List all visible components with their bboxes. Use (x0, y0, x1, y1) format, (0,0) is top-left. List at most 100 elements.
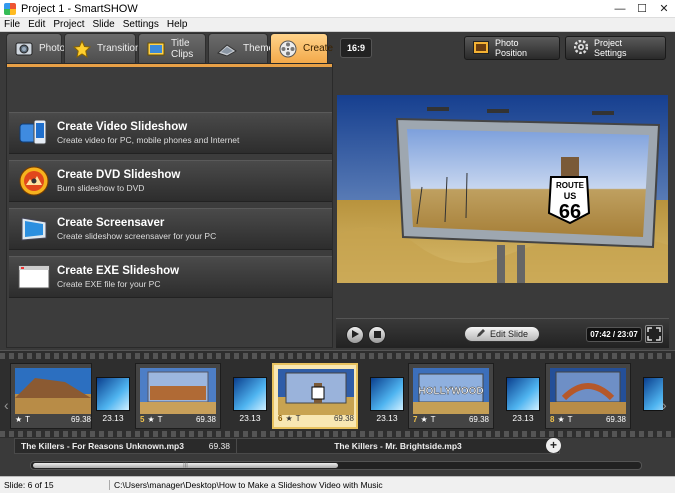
slide-duration: 69.38 (70, 415, 91, 424)
create-exe-option[interactable]: Create EXE Slideshow Create EXE file for… (9, 256, 332, 298)
star-icon: ★ (15, 415, 23, 424)
slide-thumbnail[interactable]: ★ T 69.38 (10, 363, 92, 429)
create-screensaver-option[interactable]: Create Screensaver Create slideshow scre… (9, 208, 332, 250)
option-title: Create DVD Slideshow (57, 169, 181, 181)
transition-thumbnail[interactable]: 23.13 (233, 377, 267, 427)
music-title: The Killers - Mr. Brightside.mp3 (334, 441, 462, 451)
transition-thumbnail[interactable]: 23.13 (96, 377, 130, 427)
scrollbar-thumb[interactable]: ||| (33, 462, 338, 468)
pencil-icon (476, 328, 486, 340)
tab-title-clips[interactable]: Title Clips (138, 33, 206, 63)
slide-image: HOLLYWOOD (413, 368, 489, 414)
slide-duration: 69.38 (195, 415, 216, 424)
transition-thumbnail[interactable]: 23.13 (370, 377, 404, 427)
music-clip[interactable]: The Killers - For Reasons Unknown.mp3 69… (15, 439, 237, 453)
option-title: Create Screensaver (57, 217, 165, 229)
main-tabs: Photos Transitions Title Clips Themes Cr… (6, 33, 333, 63)
slide-duration: 69.38 (605, 415, 626, 424)
status-bar: Slide: 6 of 15 C:\Users\manager\Desktop\… (0, 476, 675, 493)
option-title: Create EXE Slideshow (57, 265, 180, 277)
app-logo-icon (4, 2, 16, 15)
slide-image (15, 368, 91, 414)
option-subtitle: Create slideshow screensaver for your PC (57, 231, 217, 241)
playback-time: 07:42 / 23:07 (586, 327, 642, 342)
tab-photos[interactable]: Photos (6, 33, 70, 63)
aspect-ratio-button[interactable]: 16:9 (340, 38, 372, 58)
monitor-icon (17, 212, 51, 246)
stop-icon (373, 329, 381, 341)
film-perforation (0, 431, 675, 437)
hollywood-caption: HOLLYWOOD (418, 386, 483, 397)
option-subtitle: Burn slideshow to DVD (57, 183, 145, 193)
edit-slide-button[interactable]: Edit Slide (464, 326, 540, 342)
minimize-button[interactable]: — (609, 0, 631, 18)
slide-thumbnail-selected[interactable]: 6 ★ T 69.38 (272, 363, 358, 429)
menu-project[interactable]: Project (49, 19, 88, 30)
menu-slide[interactable]: Slide (88, 19, 118, 30)
star-icon: ★ (147, 415, 155, 424)
slide-preview: ROUTE US 66 (337, 95, 668, 283)
fullscreen-button[interactable] (645, 325, 663, 343)
text-icon: T (25, 415, 31, 424)
dvd-disc-icon (17, 164, 51, 198)
create-dvd-option[interactable]: Create DVD Slideshow Burn slideshow to D… (9, 160, 332, 202)
create-video-option[interactable]: Create Video Slideshow Create video for … (9, 112, 332, 154)
title-bar: Project 1 - SmartSHOW — ☐ ✕ (0, 0, 675, 18)
tab-themes[interactable]: Themes (208, 33, 279, 63)
tab-label: Title Clips (171, 37, 194, 60)
photo-position-button[interactable]: Photo Position (464, 36, 560, 60)
menu-edit[interactable]: Edit (24, 19, 49, 30)
slide-duration: 69.38 (333, 414, 354, 423)
stop-button[interactable] (368, 326, 386, 344)
tab-transitions[interactable]: Transitions (64, 33, 146, 63)
star-icon: ★ (285, 414, 293, 423)
transition-duration: 23.13 (239, 413, 261, 423)
edit-slide-label: Edit Slide (489, 329, 529, 339)
slide-thumbnail[interactable]: 8 ★ T 69.38 (545, 363, 631, 429)
preview-toolbar: 16:9 Photo Position Project Settings (336, 33, 669, 63)
close-button[interactable]: ✕ (653, 0, 675, 18)
route-sign-us: US (564, 191, 577, 201)
music-track: The Killers - For Reasons Unknown.mp3 69… (14, 438, 560, 454)
slide-number: 5 (140, 415, 145, 424)
grip-icon: ||| (183, 462, 188, 468)
menu-file[interactable]: File (0, 19, 24, 30)
add-music-button[interactable]: + (546, 438, 561, 453)
text-icon: T (295, 414, 301, 423)
project-settings-button[interactable]: Project Settings (565, 36, 666, 60)
slide-number: 7 (413, 415, 418, 424)
film-reel-icon (279, 39, 297, 59)
music-title: The Killers - For Reasons Unknown.mp3 (21, 441, 184, 451)
transition-thumbnail[interactable] (643, 377, 663, 427)
transition-duration: 23.13 (102, 413, 124, 423)
route-sign-number: 66 (559, 201, 581, 223)
play-button[interactable] (346, 326, 364, 344)
text-icon: T (157, 415, 163, 424)
maximize-button[interactable]: ☐ (631, 0, 653, 18)
transition-preview (233, 377, 267, 411)
option-title: Create Video Slideshow (57, 121, 188, 133)
slide-duration: 69.38 (468, 415, 489, 424)
create-panel: Create Video Slideshow Create video for … (6, 63, 333, 348)
slide-image (278, 369, 354, 415)
option-subtitle: Create video for PC, mobile phones and I… (57, 135, 240, 145)
transition-thumbnail[interactable]: 23.13 (506, 377, 540, 427)
plus-icon: + (549, 438, 557, 452)
text-icon: T (430, 415, 436, 424)
fullscreen-icon (646, 327, 662, 345)
video-device-icon (17, 116, 51, 150)
transition-preview (370, 377, 404, 411)
project-path: C:\Users\manager\Desktop\How to Make a S… (114, 480, 383, 490)
tab-create[interactable]: Create (270, 33, 333, 63)
slide-thumbnail[interactable]: 5 ★ T 69.38 (135, 363, 221, 429)
option-subtitle: Create EXE file for your PC (57, 279, 161, 289)
slide-thumbnail[interactable]: HOLLYWOOD 7 ★ T 69.38 (408, 363, 494, 429)
slide-counter: Slide: 6 of 15 (0, 480, 110, 490)
menu-help[interactable]: Help (163, 19, 192, 30)
music-clip[interactable]: The Killers - Mr. Brightside.mp3 (237, 439, 559, 453)
music-duration: 69.38 (208, 441, 230, 451)
chevron-left-icon[interactable]: ‹ (4, 397, 9, 413)
timeline-scrollbar[interactable]: ||| (30, 461, 642, 470)
slide-filmstrip: ‹ › ★ T 69.38 23.13 5 ★ T 69.38 23.13 6 … (0, 350, 675, 438)
menu-settings[interactable]: Settings (119, 19, 163, 30)
